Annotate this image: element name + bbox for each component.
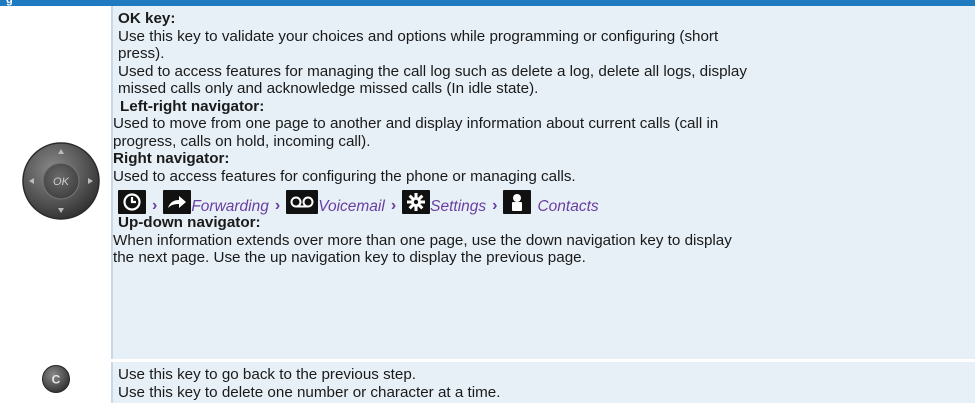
right-navigator-title: Right navigator:	[113, 150, 230, 167]
navigator-key-icon: OK	[22, 142, 100, 220]
ok-key-text: missed calls only and acknowledge missed…	[118, 80, 539, 97]
up-down-text: When information extends over more than …	[113, 231, 732, 249]
clear-key-icon-cell: C	[0, 362, 113, 403]
right-navigator-text: Used to access features for configuring …	[113, 167, 576, 185]
up-down-title: Up-down navigator:	[118, 214, 261, 231]
ok-key-text: Use this key to validate your choices an…	[118, 27, 719, 45]
left-right-title: Left-right navigator:	[120, 97, 265, 115]
up-down-text: the next page. Use the up navigation key…	[113, 249, 586, 266]
clear-key-row: C Use this key to go back to the previou…	[0, 362, 975, 403]
clock-icon	[118, 190, 146, 214]
navigator-menu-path: › Forwarding › Voicemail › Settings › Co…	[118, 188, 968, 216]
navigator-row: OK OK key: Use this key to validate your…	[0, 6, 975, 359]
clear-key-text: Use this key to go back to the previous …	[118, 366, 417, 383]
clear-key-icon: C	[42, 365, 70, 393]
ok-key-title: OK key:	[118, 10, 176, 27]
chevron-right-icon: ›	[492, 196, 498, 214]
clear-key-description: Use this key to go back to the previous …	[118, 366, 968, 401]
chevron-right-icon: ›	[390, 196, 397, 214]
settings-link[interactable]: Settings	[430, 198, 486, 216]
contacts-link[interactable]: Contacts	[537, 198, 598, 216]
chevron-right-icon: ›	[274, 196, 281, 214]
chevron-right-icon: ›	[152, 196, 158, 214]
voicemail-icon	[286, 190, 319, 214]
forwarding-arrow-icon	[163, 190, 192, 214]
navigator-description: OK key: Use this key to validate your ch…	[113, 6, 968, 267]
ok-label: OK	[53, 176, 70, 188]
navigator-icon-cell: OK	[0, 6, 113, 359]
left-right-text: progress, calls on hold, incoming call).	[113, 132, 371, 150]
clear-key-text: Use this key to delete one number or cha…	[118, 383, 501, 401]
ok-key-text: Used to access features for managing the…	[118, 62, 747, 80]
forwarding-link[interactable]: Forwarding	[191, 198, 269, 216]
left-right-text: Used to move from one page to another an…	[113, 115, 719, 132]
clear-key-label: C	[52, 373, 61, 387]
voicemail-link[interactable]: Voicemail	[318, 198, 385, 216]
contact-person-icon	[503, 190, 532, 214]
settings-gear-icon	[402, 190, 431, 214]
ok-key-text: press).	[118, 45, 165, 62]
